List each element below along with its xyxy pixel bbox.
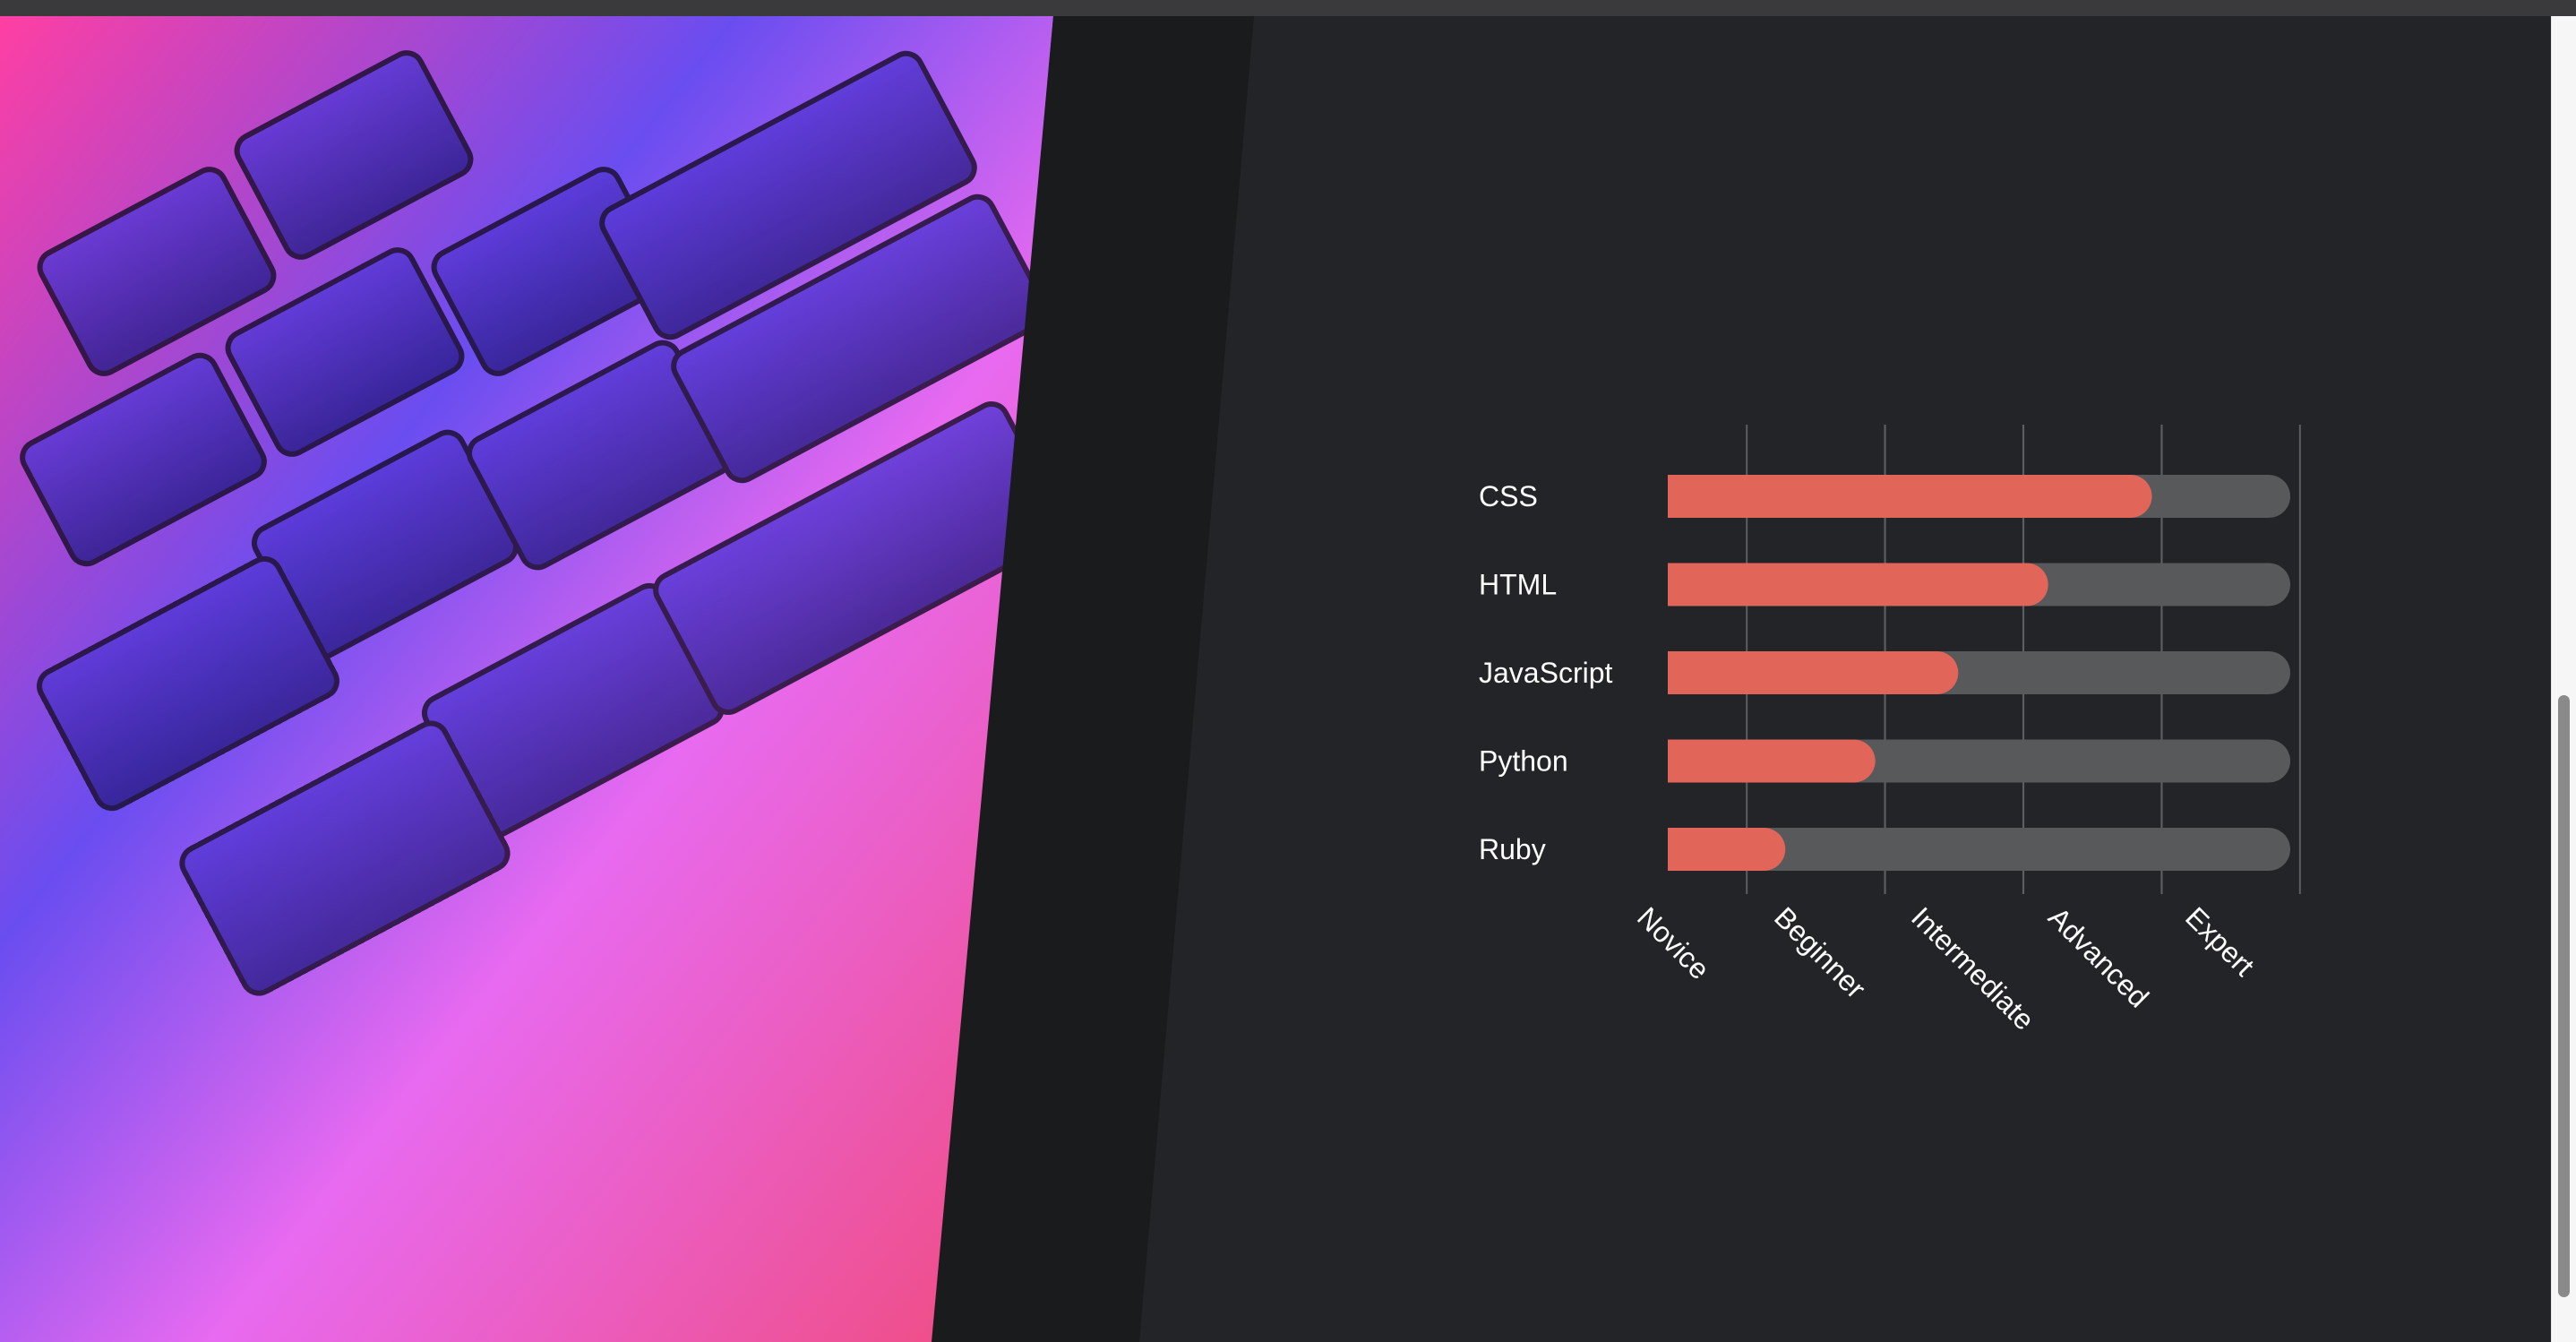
category-label: JavaScript (1479, 657, 1613, 689)
bar-left-edge (1668, 651, 1695, 694)
bar-python (1668, 739, 1876, 783)
bar-javascript (1668, 651, 1959, 694)
bar-left-edge (1668, 563, 1695, 606)
x-tick-label: Novice (1631, 900, 1716, 985)
bar-left-edge (1668, 475, 1695, 518)
scrollbar-thumb[interactable] (2558, 695, 2570, 1297)
skills-bar-chart: CSS HTML JavaScript Python Ruby Novice Beginn… (1479, 425, 2301, 1037)
category-label: CSS (1479, 480, 1538, 512)
x-tick-label: Intermediate (1905, 900, 2040, 1036)
x-tick-label: Beginner (1768, 900, 1872, 1004)
x-tick-label: Expert (2179, 900, 2261, 982)
x-tick-label: Advanced (2042, 900, 2155, 1013)
bar-left-edge (1668, 828, 1695, 871)
category-label: Ruby (1479, 833, 1546, 865)
bar-left-edge (1668, 739, 1695, 783)
bar-css (1668, 475, 2152, 518)
category-label: HTML (1479, 569, 1557, 601)
category-label: Python (1479, 745, 1568, 778)
bar-html (1668, 563, 2048, 606)
